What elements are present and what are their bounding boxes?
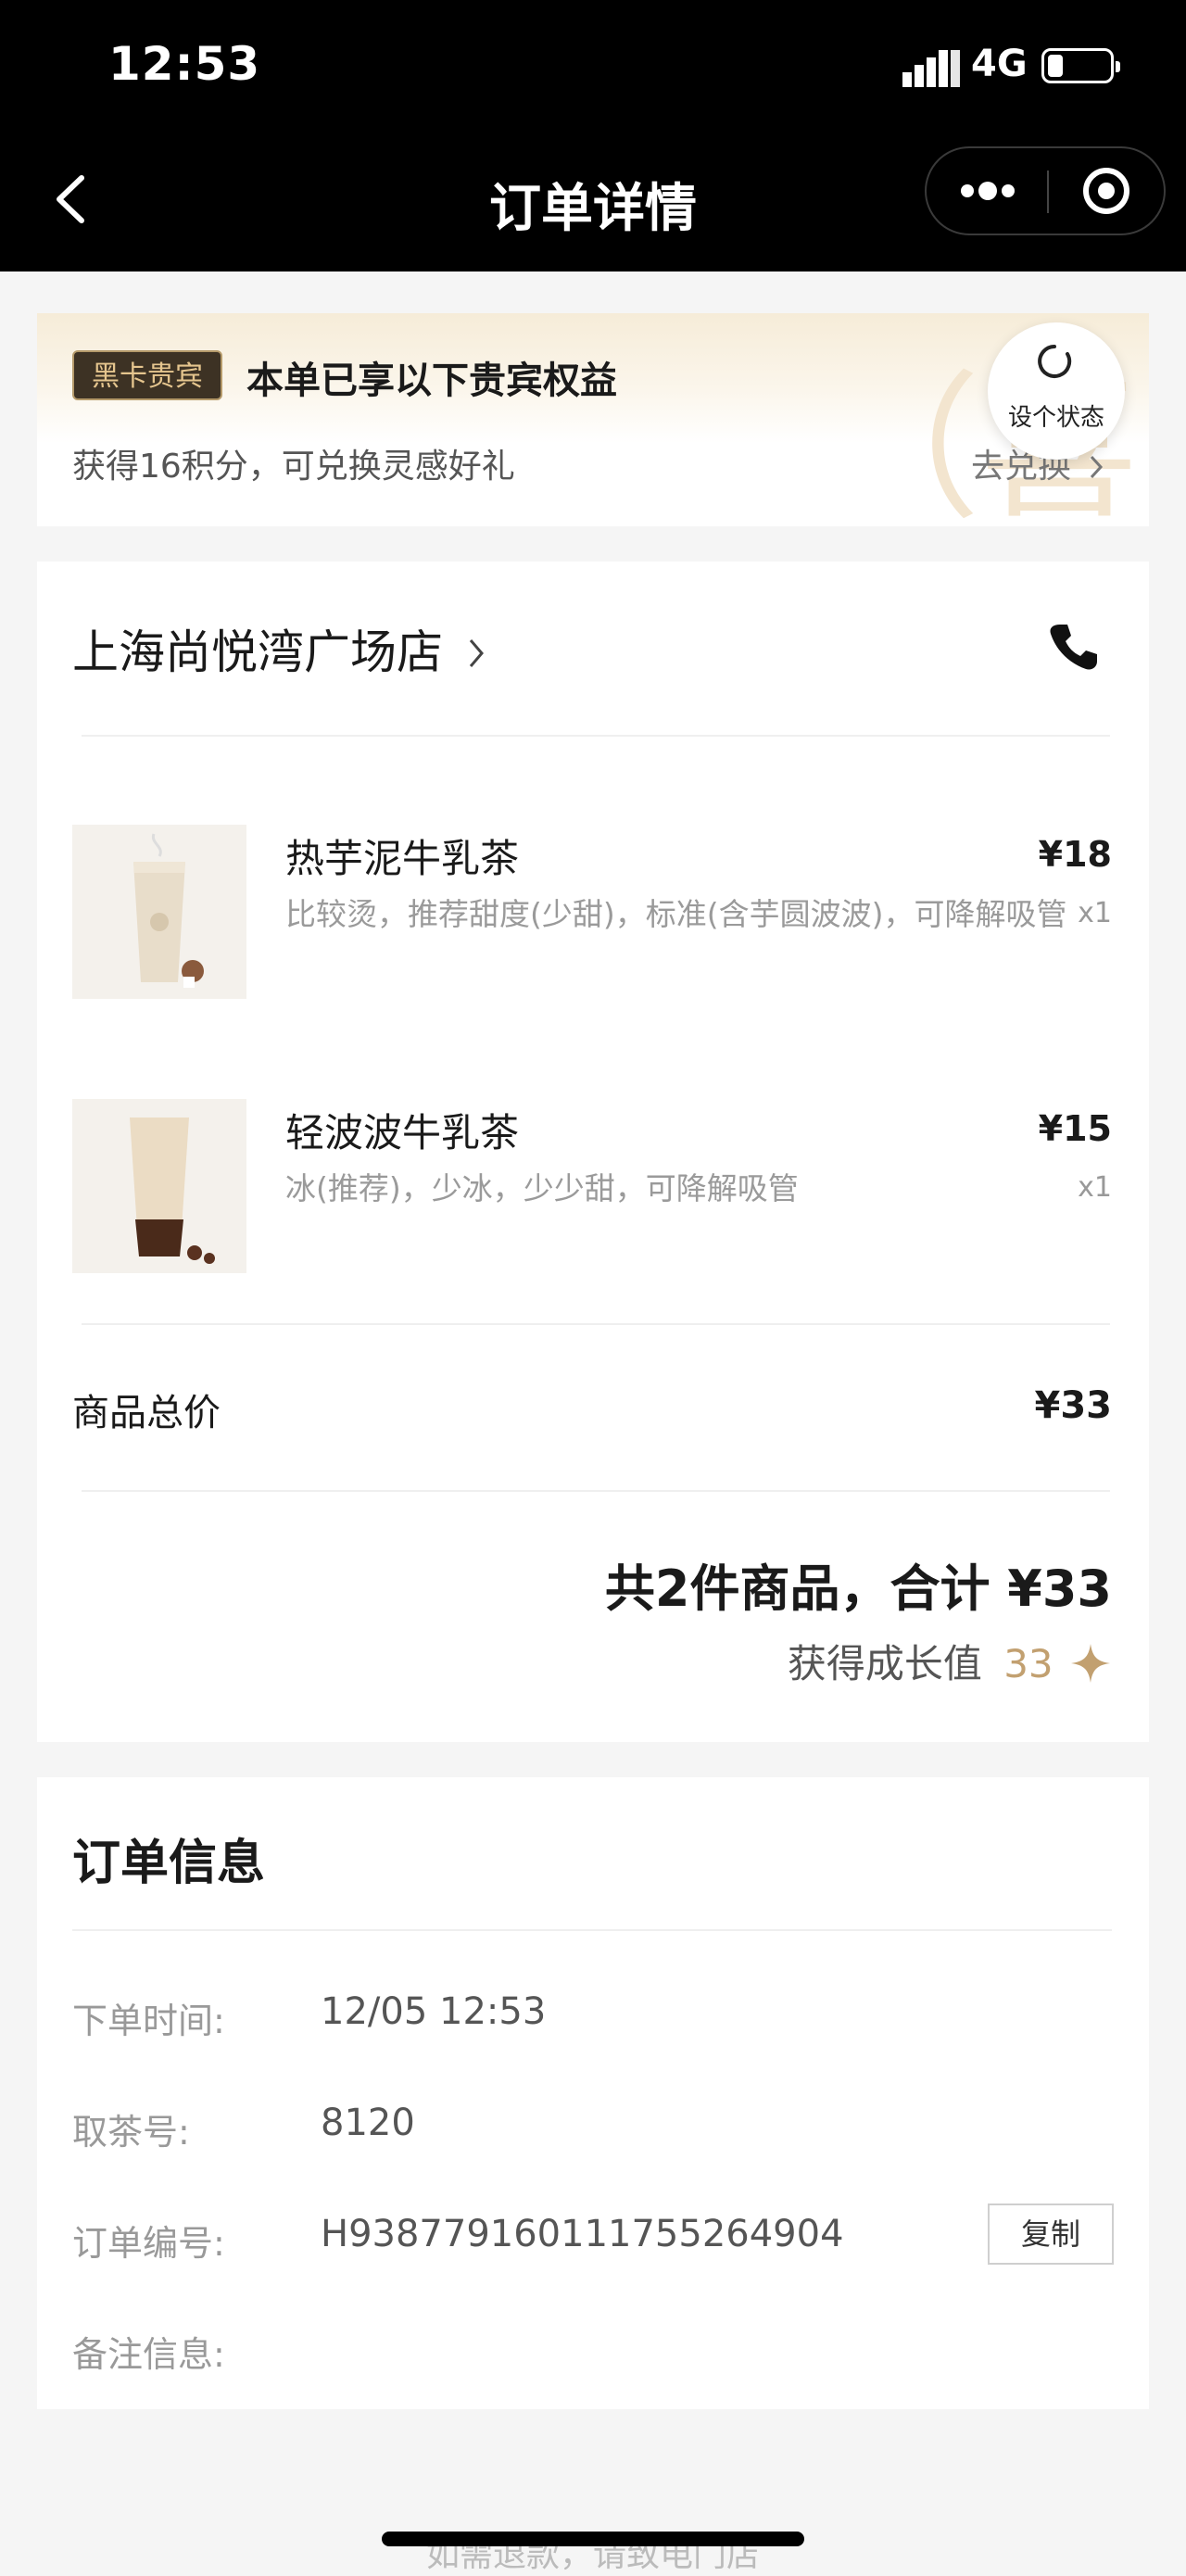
order-total: 共2件商品，合计 ¥33 (604, 1559, 1112, 1618)
product-image (72, 1099, 246, 1273)
home-indicator[interactable] (382, 2532, 804, 2546)
product-image (72, 825, 246, 999)
vip-badge: 黑卡贵宾 (72, 350, 222, 400)
milk-tea-cup-image (72, 825, 246, 999)
vip-title: 本单已享以下贵宾权益 (246, 360, 617, 402)
set-status-button[interactable]: 设个状态 (988, 322, 1125, 460)
phone-icon[interactable] (1047, 621, 1099, 673)
growth-points: 获得成长值 33 (649, 1633, 1112, 1689)
chevron-right-icon (469, 639, 484, 667)
pickup-number-value: 8120 (321, 2102, 415, 2144)
subtotal-label: 商品总价 (72, 1392, 221, 1434)
subtotal-value: ¥33 (1034, 1384, 1113, 1427)
set-status-label: 设个状态 (1007, 404, 1104, 432)
close-target-icon[interactable] (1047, 148, 1166, 234)
product-price: ¥15 (1038, 1108, 1112, 1149)
order-time-value: 12/05 12:53 (321, 1990, 547, 2033)
store-link[interactable]: 上海尚悦湾广场店 (72, 615, 486, 682)
store-name: 上海尚悦湾广场店 (72, 625, 443, 679)
order-info-title: 订单信息 (72, 1836, 266, 1891)
refresh-icon (1038, 345, 1072, 378)
pickup-number-label: 取茶号: (72, 2112, 190, 2153)
copy-button[interactable]: 复制 (988, 2203, 1114, 2265)
vip-subtitle: 获得16积分，可兑换灵感好礼 (72, 448, 515, 486)
divider (82, 1323, 1110, 1325)
divider (72, 1929, 1112, 1931)
signal-icon (902, 50, 960, 87)
order-time-label: 下单时间: (72, 2001, 225, 2041)
remark-label: 备注信息: (72, 2334, 225, 2375)
product-options: 比较烫，推荐甜度(少甜)，标准(含芋圆波波)，可降解吸管 (285, 896, 1067, 932)
chevron-right-icon (1091, 455, 1104, 479)
status-time: 12:53 (108, 37, 261, 91)
product-quantity: x1 (1078, 897, 1112, 929)
network-label: 4G (971, 43, 1028, 85)
growth-value: 33 (1003, 1641, 1054, 1686)
growth-label: 获得成长值 (787, 1641, 982, 1686)
order-number-label: 订单编号: (72, 2223, 225, 2264)
product-name: 热芋泥牛乳茶 (285, 836, 520, 881)
sparkle-icon (1071, 1644, 1110, 1683)
divider (82, 1490, 1110, 1492)
order-number-value: H938779160111755264904 (321, 2213, 844, 2255)
more-icon[interactable] (927, 148, 1047, 234)
battery-icon (1041, 48, 1120, 83)
product-name: 轻波波牛乳茶 (285, 1110, 520, 1155)
divider (82, 735, 1110, 737)
product-price: ¥18 (1038, 834, 1112, 875)
milk-tea-cup-image (72, 1099, 246, 1273)
product-options: 冰(推荐)，少冰，少少甜，可降解吸管 (285, 1170, 799, 1206)
mini-program-capsule (925, 146, 1166, 235)
product-quantity: x1 (1078, 1171, 1112, 1204)
